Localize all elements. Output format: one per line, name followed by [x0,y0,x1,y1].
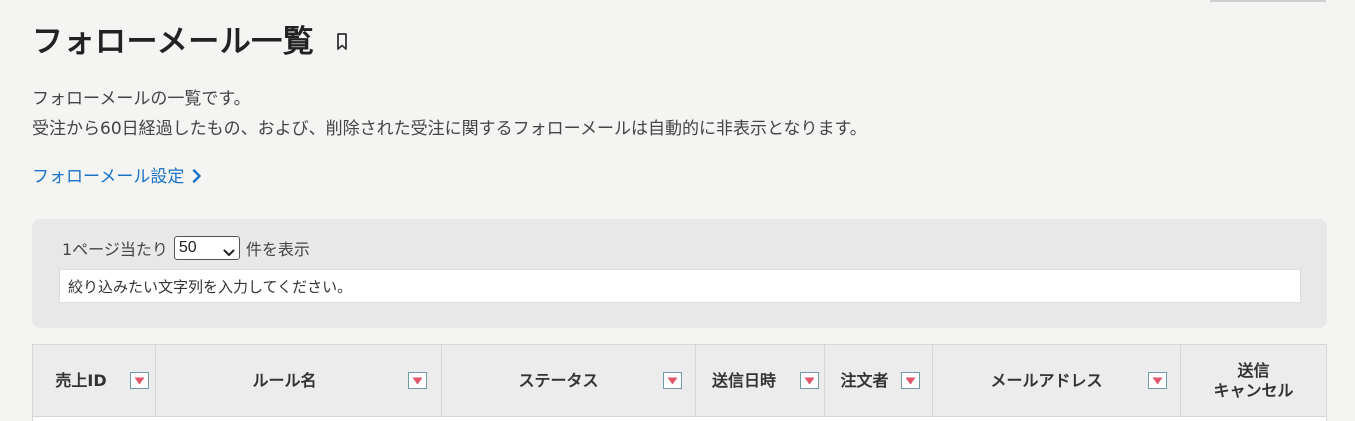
settings-link-label: フォローメール設定 [32,167,185,187]
column-header-sent-at[interactable]: 送信日時 [696,345,825,416]
sort-down-icon[interactable] [663,372,682,389]
column-label: メールアドレス [990,370,1103,390]
bookmark-icon[interactable] [336,33,348,51]
column-header-orderer[interactable]: 注文者 [825,345,933,416]
per-page-prefix: 1ページ当たり [62,240,168,259]
filter-panel: 1ページ当たり 50 件を表示 絞り込みたい文字列を入力してください。 [32,219,1327,328]
chevron-down-icon [223,244,235,256]
column-label: 送信日時 [711,370,776,390]
per-page-suffix: 件を表示 [245,240,310,259]
page-description: フォローメールの一覧です。 受注から60日経過したもの、および、削除された受注に… [32,84,867,144]
sort-down-icon[interactable] [1148,372,1167,389]
page-title: フォローメール一覧 [32,23,315,60]
title-row: フォローメール一覧 [32,16,348,60]
follow-mail-table: 売上ID ルール名 ステータス 送信日時 注文者 メールアドレス 送信 キャンセ… [32,344,1327,421]
filter-search-input[interactable]: 絞り込みたい文字列を入力してください。 [59,269,1301,303]
sort-down-icon[interactable] [800,372,819,389]
chevron-right-icon [192,168,202,183]
per-page-value: 50 [178,239,197,256]
sort-down-icon[interactable] [130,372,149,389]
filter-search-placeholder: 絞り込みたい文字列を入力してください。 [68,277,353,296]
description-line-2: 受注から60日経過したもの、および、削除された受注に関するフォローメールは自動的… [32,119,867,139]
sort-down-icon[interactable] [901,372,920,389]
column-header-rule-name[interactable]: ルール名 [156,345,442,416]
column-header-cancel-send: 送信 キャンセル [1181,345,1326,416]
column-header-status[interactable]: ステータス [442,345,696,416]
sort-down-icon[interactable] [408,372,427,389]
table-header-row: 売上ID ルール名 ステータス 送信日時 注文者 メールアドレス 送信 キャンセ… [33,345,1326,416]
column-label: 送信 キャンセル [1213,360,1294,400]
column-label: ルール名 [252,370,317,390]
description-line-1: フォローメールの一覧です。 [32,89,251,109]
top-tab-edge [1210,0,1326,2]
follow-mail-settings-link[interactable]: フォローメール設定 [32,162,202,187]
column-label: 売上ID [55,370,107,390]
table-row [33,416,1326,421]
column-label: 注文者 [840,370,889,390]
per-page-row: 1ページ当たり 50 件を表示 [62,236,310,260]
column-header-email[interactable]: メールアドレス [933,345,1181,416]
per-page-select[interactable]: 50 [173,236,240,260]
column-label: ステータス [518,370,599,390]
column-header-sales-id[interactable]: 売上ID [33,345,156,416]
